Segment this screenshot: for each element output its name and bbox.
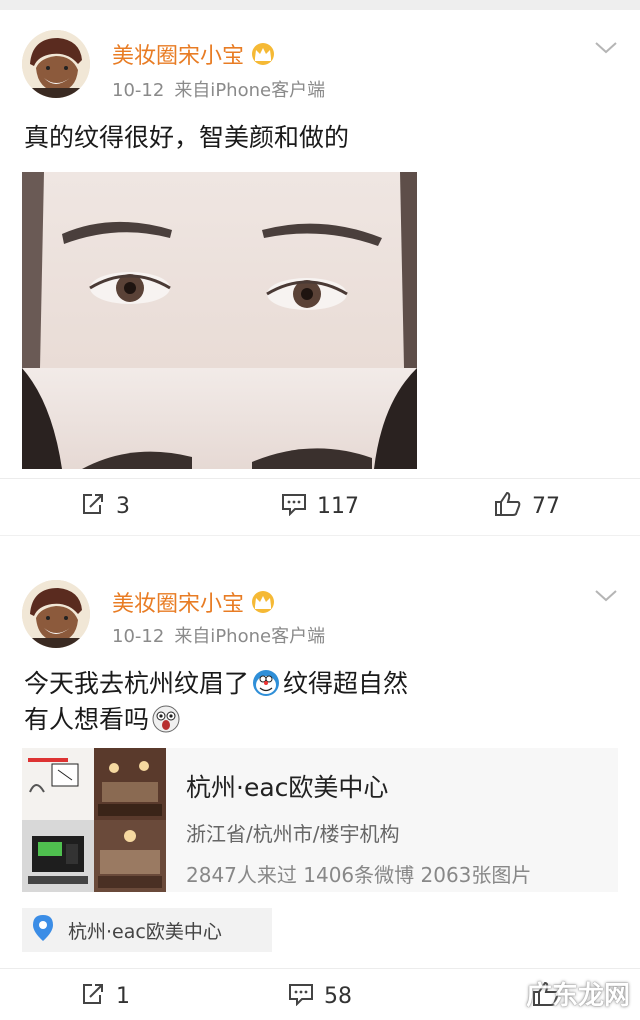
repost-icon bbox=[80, 492, 106, 522]
username-text[interactable]: 美妆圈宋小宝 bbox=[112, 592, 244, 617]
repost-button[interactable]: 1 bbox=[0, 982, 240, 1012]
post-date: 10-12 bbox=[112, 626, 165, 647]
doraemon-emoji-icon bbox=[252, 669, 280, 697]
location-card-subtitle: 浙江省/杭州市/楼宇机构 bbox=[186, 822, 400, 846]
watermark: 广东龙网 bbox=[525, 981, 630, 1011]
comment-count: 58 bbox=[324, 984, 352, 1009]
location-card-thumbnails bbox=[22, 748, 166, 892]
weibo-post-1: 美妆圈宋小宝 10-12 来自iPhone客户端 真的纹得很好，智美颜和做的 3… bbox=[0, 10, 640, 535]
username[interactable]: 美妆圈宋小宝 bbox=[112, 586, 276, 620]
like-count: 77 bbox=[532, 494, 560, 519]
post-text-part1: 今天我去杭州纹眉了 bbox=[24, 669, 250, 698]
location-tag-label: 杭州·eac欧美中心 bbox=[68, 920, 222, 943]
username[interactable]: 美妆圈宋小宝 bbox=[112, 38, 276, 72]
shocked-face-emoji-icon bbox=[152, 705, 180, 733]
post-meta: 10-12 来自iPhone客户端 bbox=[112, 76, 325, 102]
chevron-down-icon[interactable] bbox=[594, 40, 618, 59]
comment-icon bbox=[288, 982, 314, 1012]
repost-count: 3 bbox=[116, 494, 130, 519]
location-card-stats: 2847人来过 1406条微博 2063张图片 bbox=[186, 863, 532, 887]
location-card[interactable]: 杭州·eac欧美中心 浙江省/杭州市/楼宇机构 2847人来过 1406条微博 … bbox=[22, 748, 618, 892]
post-meta: 10-12 来自iPhone客户端 bbox=[112, 622, 325, 648]
avatar[interactable] bbox=[22, 30, 90, 98]
repost-button[interactable]: 3 bbox=[0, 492, 240, 522]
post-text-part2: 纹得超自然 bbox=[283, 669, 409, 698]
like-button[interactable]: 77 bbox=[400, 491, 640, 523]
location-card-title[interactable]: 杭州·eac欧美中心 bbox=[186, 768, 531, 804]
crown-icon bbox=[250, 590, 276, 620]
comment-button[interactable]: 117 bbox=[240, 492, 400, 522]
location-pin-icon bbox=[32, 914, 54, 947]
avatar[interactable] bbox=[22, 580, 90, 648]
top-gap bbox=[0, 0, 640, 10]
post-actions: 3 117 77 bbox=[0, 478, 640, 534]
post-photo[interactable] bbox=[22, 172, 417, 469]
crown-icon bbox=[250, 42, 276, 72]
repost-icon bbox=[80, 982, 106, 1012]
comment-button[interactable]: 58 bbox=[240, 982, 400, 1012]
post-source: 来自iPhone客户端 bbox=[174, 80, 326, 101]
repost-count: 1 bbox=[116, 984, 130, 1009]
comment-icon bbox=[281, 492, 307, 522]
weibo-post-2: 美妆圈宋小宝 10-12 来自iPhone客户端 今天我去杭州纹眉了 纹得超自然 … bbox=[0, 536, 640, 1020]
username-text[interactable]: 美妆圈宋小宝 bbox=[112, 44, 244, 69]
chevron-down-icon[interactable] bbox=[594, 588, 618, 607]
post-text: 真的纹得很好，智美颜和做的 bbox=[24, 123, 350, 152]
location-tag[interactable]: 杭州·eac欧美中心 bbox=[22, 908, 272, 952]
thumbs-up-icon bbox=[494, 491, 522, 523]
post-date: 10-12 bbox=[112, 80, 165, 101]
comment-count: 117 bbox=[317, 494, 359, 519]
location-card-info: 杭州·eac欧美中心 浙江省/杭州市/楼宇机构 2847人来过 1406条微博 … bbox=[166, 748, 531, 892]
post-text-line2: 有人想看吗 bbox=[24, 705, 150, 734]
post-source: 来自iPhone客户端 bbox=[174, 626, 326, 647]
post-text: 今天我去杭州纹眉了 纹得超自然 有人想看吗 bbox=[24, 666, 616, 738]
